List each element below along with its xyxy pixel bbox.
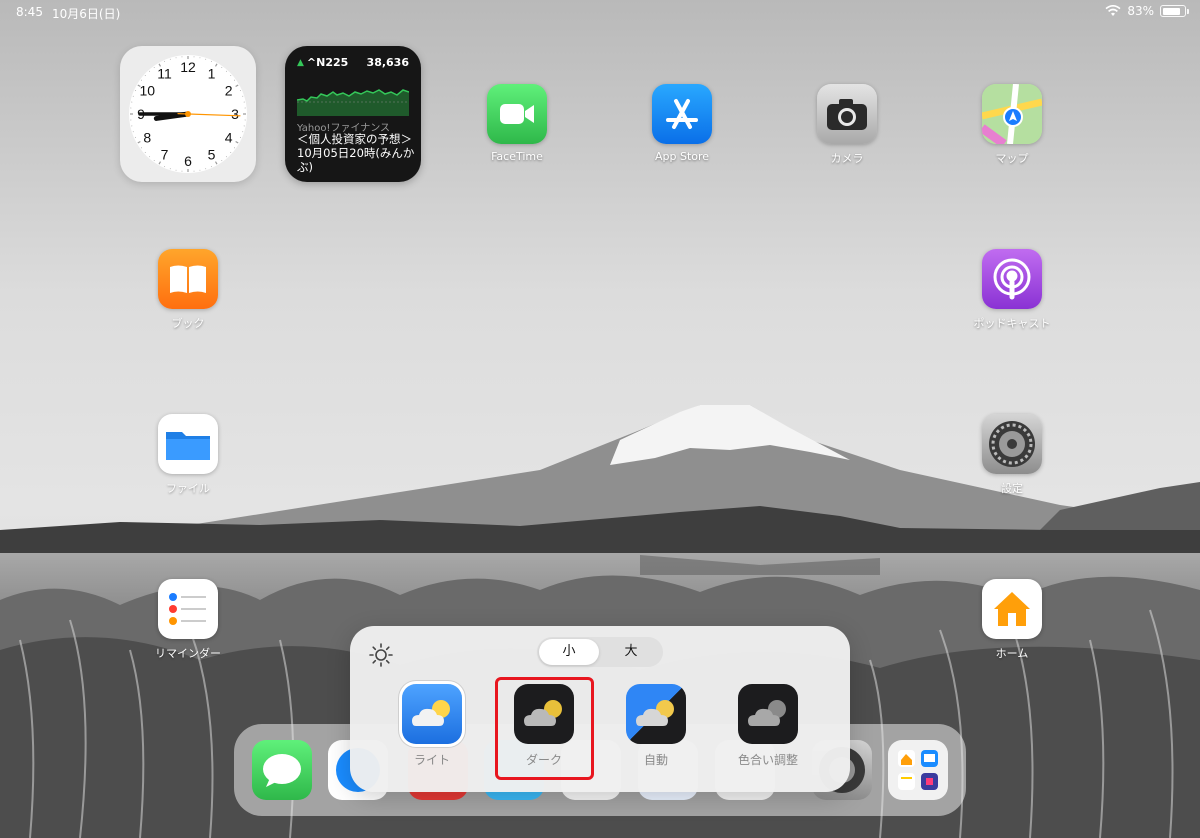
clock-number: 2 xyxy=(225,83,233,99)
reminders-icon xyxy=(158,579,218,639)
app-books[interactable]: ブック xyxy=(138,249,238,331)
maps-icon xyxy=(982,84,1042,144)
tinted-weather-icon xyxy=(738,684,798,744)
clock-number: 7 xyxy=(161,147,169,163)
up-triangle-icon: ▲ xyxy=(297,57,304,68)
clock-number: 6 xyxy=(184,153,192,169)
clock-center xyxy=(185,111,191,117)
home-label: ホーム xyxy=(995,647,1029,660)
stock-ticker: ▲ ^N225 xyxy=(297,56,348,69)
clock-face: 121234567891011 xyxy=(129,55,247,173)
facetime-label: FaceTime xyxy=(491,150,543,163)
app-appstore[interactable]: App Store xyxy=(632,84,732,163)
app-maps[interactable]: マップ xyxy=(962,84,1062,166)
app-podcasts[interactable]: ポッドキャスト xyxy=(962,249,1062,331)
auto-label: 自動 xyxy=(643,753,668,767)
dock-recent-apps-icon[interactable] xyxy=(888,740,948,800)
books-label: ブック xyxy=(171,317,205,330)
wifi-icon xyxy=(1105,5,1121,16)
light-weather-icon xyxy=(402,684,462,744)
settings-label: 設定 xyxy=(1001,482,1023,495)
camera-icon xyxy=(817,84,877,144)
status-right: 83% xyxy=(1105,4,1189,18)
dock-messages-icon[interactable] xyxy=(252,740,312,800)
clock-number: 5 xyxy=(208,147,216,163)
brightness-icon[interactable] xyxy=(368,642,394,668)
appstore-icon xyxy=(652,84,712,144)
stock-value: 38,636 xyxy=(366,56,409,69)
clock-number: 11 xyxy=(157,65,172,81)
clock-number: 3 xyxy=(231,106,239,122)
app-settings[interactable]: 設定 xyxy=(962,414,1062,496)
size-large-option[interactable]: 大 xyxy=(601,639,661,665)
app-camera[interactable]: カメラ xyxy=(797,84,897,166)
books-icon xyxy=(158,249,218,309)
stock-ticker-label: ^N225 xyxy=(306,56,349,69)
clock-number: 4 xyxy=(225,130,233,146)
app-facetime[interactable]: FaceTime xyxy=(467,84,567,163)
app-home[interactable]: ホーム xyxy=(962,579,1062,661)
selection-highlight-box xyxy=(495,677,594,780)
clock-number: 12 xyxy=(180,59,196,75)
stock-widget[interactable]: ▲ ^N225 38,636 Yahoo!ファイナンス ＜個人投資家の予想＞ 1… xyxy=(285,46,421,182)
home-icon xyxy=(982,579,1042,639)
podcasts-icon xyxy=(982,249,1042,309)
clock-number: 8 xyxy=(143,130,151,146)
light-label: ライト xyxy=(413,753,450,767)
camera-label: カメラ xyxy=(830,152,864,165)
icon-style-popup: 小 大 ライト ダーク 自動 色合い調整 xyxy=(350,626,850,792)
style-auto-option[interactable]: 自動 xyxy=(616,684,696,768)
settings-icon xyxy=(982,414,1042,474)
app-reminders[interactable]: リマインダー xyxy=(138,579,238,661)
stock-headline: ＜個人投資家の予想＞ 10月05日20時(みんかぶ) xyxy=(297,132,415,174)
appstore-label: App Store xyxy=(654,150,710,163)
size-segmented-control: 小 大 xyxy=(537,637,663,667)
reminders-label: リマインダー xyxy=(155,647,221,660)
status-time: 8:45 xyxy=(16,5,43,19)
status-bar: 8:45 10月6日(日) 83% xyxy=(0,0,1200,24)
auto-weather-icon xyxy=(626,684,686,744)
battery-icon xyxy=(1160,5,1189,17)
size-small-option[interactable]: 小 xyxy=(539,639,599,665)
status-date: 10月6日(日) xyxy=(52,7,121,21)
podcasts-label: ポッドキャスト xyxy=(973,317,1051,330)
files-icon xyxy=(158,414,218,474)
style-tinted-option[interactable]: 色合い調整 xyxy=(728,684,808,768)
clock-number: 1 xyxy=(208,65,216,81)
style-light-option[interactable]: ライト xyxy=(392,684,472,768)
battery-percent: 83% xyxy=(1127,4,1154,18)
app-files[interactable]: ファイル xyxy=(138,414,238,496)
files-label: ファイル xyxy=(166,482,210,495)
stock-sparkline xyxy=(297,89,409,116)
tinted-label: 色合い調整 xyxy=(737,753,798,767)
clock-widget[interactable]: 121234567891011 xyxy=(120,46,256,182)
maps-label: マップ xyxy=(995,152,1029,165)
facetime-icon xyxy=(487,84,547,144)
clock-number: 10 xyxy=(140,83,156,99)
